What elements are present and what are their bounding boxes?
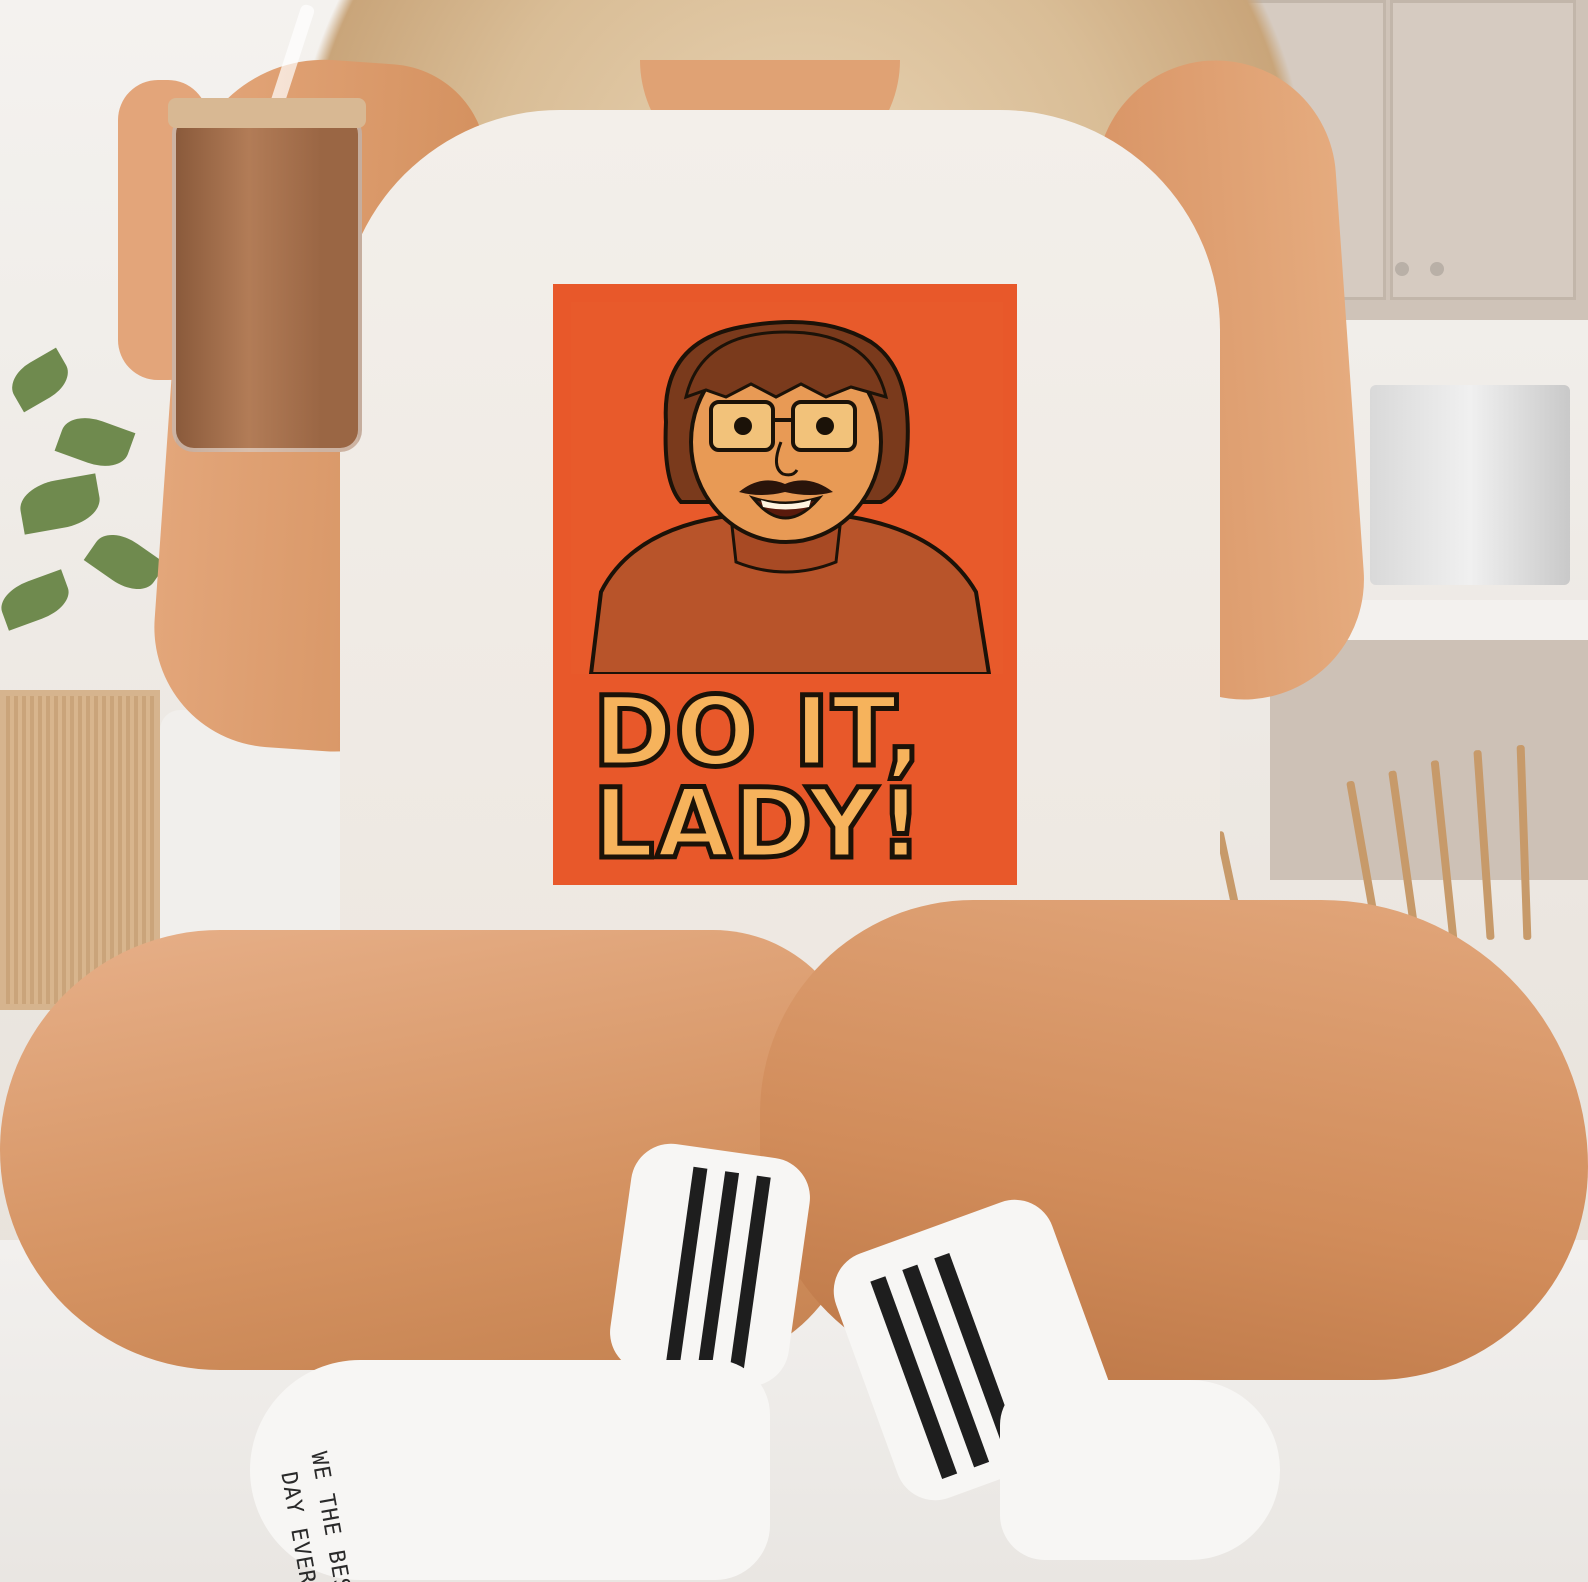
right-sock-foot bbox=[1000, 1380, 1280, 1560]
photo-scene: WE THE BEST DAY EVER DO IT, LADY! bbox=[0, 0, 1588, 1582]
slogan-line-1: DO IT, bbox=[591, 676, 925, 788]
cabinet-knob bbox=[1430, 262, 1444, 276]
cabinet-door bbox=[1390, 0, 1576, 300]
slogan-line-2: LADY! bbox=[591, 768, 925, 880]
graphic-slogan: DO IT, LADY! bbox=[591, 676, 1013, 880]
left-sock-foot: WE THE BEST DAY EVER bbox=[250, 1360, 770, 1582]
sock-stripe bbox=[729, 1175, 771, 1376]
iced-coffee-glass bbox=[172, 112, 362, 452]
lower-cabinets bbox=[1270, 640, 1588, 880]
cabinet-knob bbox=[1395, 262, 1409, 276]
bamboo-lid bbox=[168, 98, 366, 128]
cartoon-portrait bbox=[571, 302, 1003, 674]
espresso-machine bbox=[1370, 385, 1570, 585]
left-sock-cuff bbox=[604, 1138, 816, 1392]
shirt-graphic: DO IT, LADY! bbox=[553, 284, 1017, 885]
portrait-illustration bbox=[571, 302, 1003, 674]
